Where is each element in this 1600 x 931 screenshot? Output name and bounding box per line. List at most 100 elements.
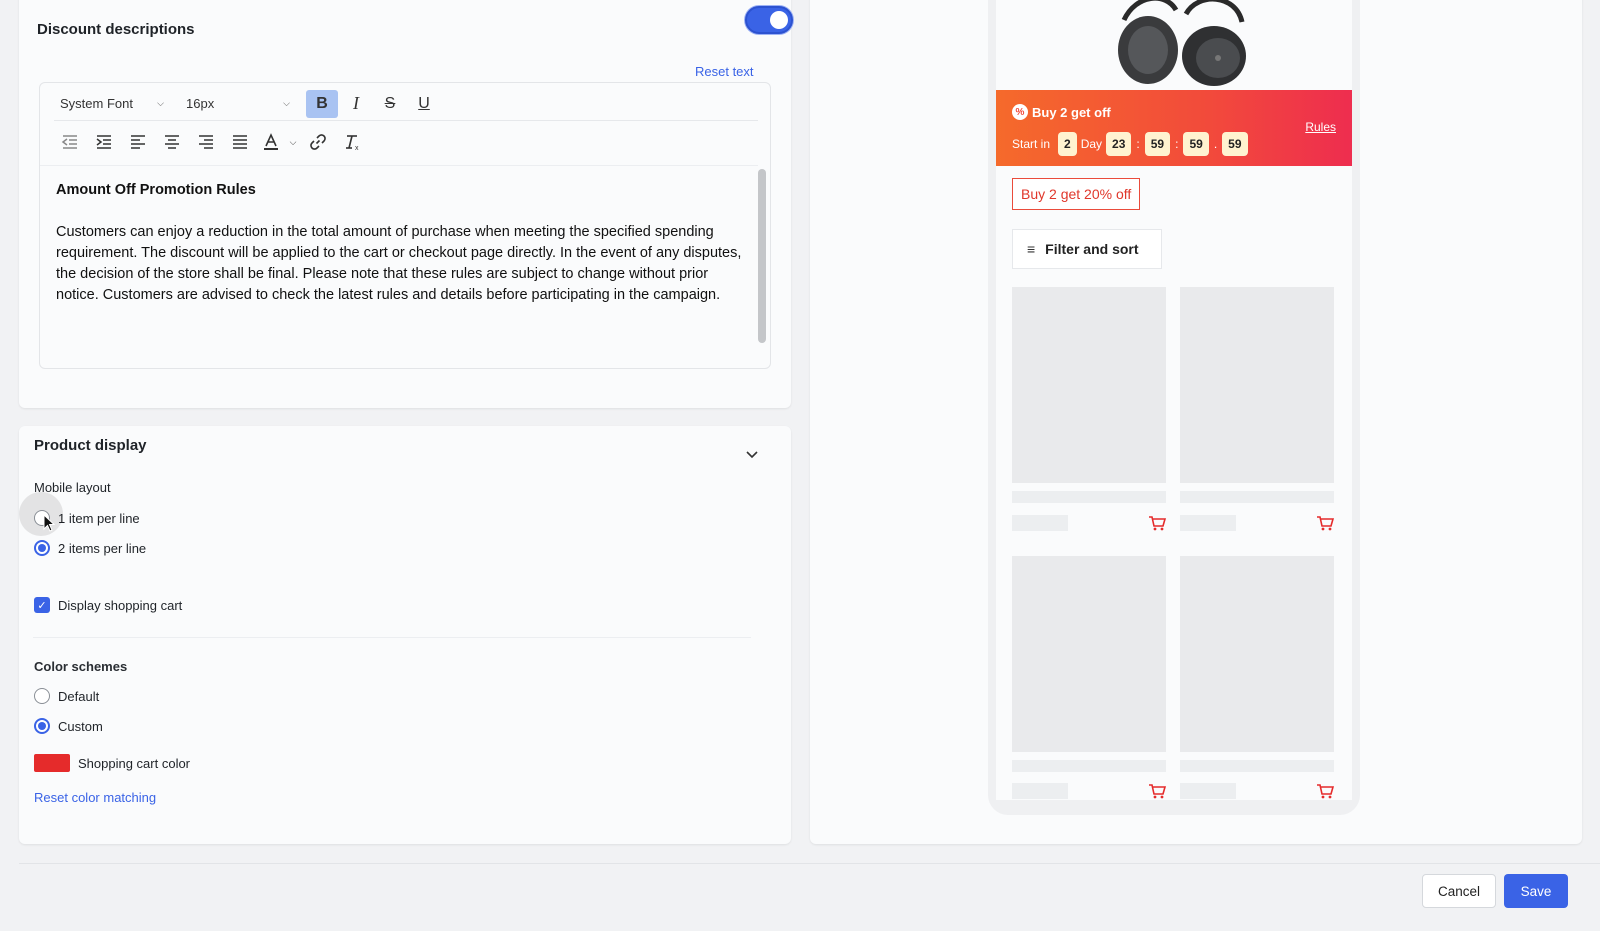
display-shopping-cart-row[interactable]: ✓ Display shopping cart [34, 597, 182, 613]
shopping-cart-color-label: Shopping cart color [78, 755, 191, 771]
color-option-label: Default [58, 688, 100, 704]
filter-and-sort-label: Filter and sort [1045, 241, 1139, 257]
divider [33, 637, 751, 638]
discount-descriptions-card: Discount descriptions Reset text System … [19, 0, 793, 408]
reset-text-link[interactable]: Reset text [695, 64, 754, 79]
radio-custom[interactable] [34, 718, 50, 734]
editor-scrollbar[interactable] [758, 169, 766, 343]
outdent-icon[interactable] [54, 128, 86, 156]
footer-divider [19, 863, 1600, 864]
filter-lines-icon: ≡ [1027, 241, 1036, 257]
product-title-placeholder [1180, 491, 1334, 503]
radio-2-per-line[interactable] [34, 540, 50, 556]
chevron-down-icon[interactable] [745, 448, 759, 462]
cart-icon[interactable] [1148, 783, 1166, 799]
mouse-cursor-icon [43, 514, 56, 532]
font-size-value: 16px [186, 96, 215, 111]
cart-icon[interactable] [1148, 515, 1166, 531]
product-price-placeholder [1012, 783, 1068, 799]
product-image-placeholder [1012, 287, 1166, 483]
cart-icon[interactable] [1316, 783, 1334, 799]
product-title-placeholder [1012, 760, 1166, 772]
link-icon[interactable] [302, 128, 334, 156]
cart-color-swatch[interactable] [34, 754, 70, 772]
justify-icon[interactable] [224, 128, 256, 156]
font-family-select[interactable]: System Font ⌵ [54, 90, 170, 117]
discount-badge-icon: % [1012, 104, 1028, 120]
strikethrough-icon[interactable]: S [374, 90, 406, 118]
countdown-seconds: 59 [1183, 132, 1209, 156]
countdown: Start in 2 Day 23 : 59 : 59 . 59 [1012, 132, 1252, 156]
filter-and-sort-button[interactable]: ≡ Filter and sort [1012, 229, 1162, 269]
product-title-placeholder [1012, 491, 1166, 503]
product-image-placeholder [1012, 556, 1166, 752]
countdown-hours: 23 [1106, 132, 1132, 156]
align-left-icon[interactable] [122, 128, 154, 156]
editor-toolbar-row-1: System Font ⌵ 16px ⌵ B I S U [54, 87, 758, 121]
editor-content[interactable]: Amount Off Promotion Rules Customers can… [40, 165, 758, 365]
chevron-down-icon: ⌵ [283, 98, 290, 108]
countdown-centiseconds: 59 [1222, 132, 1248, 156]
align-center-icon[interactable] [156, 128, 188, 156]
color-option-label: Custom [58, 718, 103, 734]
italic-icon[interactable]: I [340, 90, 372, 118]
rich-text-editor: System Font ⌵ 16px ⌵ B I S U ⌵ x Amount … [39, 82, 771, 369]
offer-tag: Buy 2 get 20% off [1012, 178, 1141, 210]
chevron-down-icon[interactable]: ⌵ [286, 128, 300, 156]
dot-separator: . [1213, 137, 1218, 151]
cancel-button[interactable]: Cancel [1422, 874, 1496, 908]
phone-preview: % Buy 2 get off Rules Start in 2 Day 23 … [988, 0, 1360, 815]
day-label: Day [1080, 137, 1103, 151]
editor-heading: Amount Off Promotion Rules [56, 182, 256, 198]
product-price-placeholder [1012, 515, 1068, 531]
product-display-card: Product display Mobile layout 1 item per… [19, 426, 791, 844]
cart-icon[interactable] [1316, 515, 1334, 531]
promo-rules-link[interactable]: Rules [1305, 120, 1336, 134]
font-size-select[interactable]: 16px ⌵ [180, 90, 296, 117]
radio-default[interactable] [34, 688, 50, 704]
layout-option-label: 2 items per line [58, 540, 147, 556]
save-button[interactable]: Save [1504, 874, 1568, 908]
product-price-placeholder [1180, 515, 1236, 531]
shopping-cart-color-row[interactable]: Shopping cart color [34, 754, 190, 772]
clear-format-icon[interactable]: x [336, 128, 368, 156]
reset-color-matching-link[interactable]: Reset color matching [34, 790, 156, 805]
colon-separator: : [1136, 137, 1140, 151]
indent-icon[interactable] [88, 128, 120, 156]
discount-descriptions-title: Discount descriptions [37, 21, 195, 38]
promo-title-text: Buy 2 get off [1032, 104, 1111, 120]
page-right-edge [1584, 0, 1600, 931]
product-display-title: Product display [34, 437, 147, 454]
colon-separator: : [1175, 137, 1179, 151]
display-shopping-cart-checkbox[interactable]: ✓ [34, 597, 50, 613]
color-schemes-label: Color schemes [34, 659, 128, 674]
align-right-icon[interactable] [190, 128, 222, 156]
color-option-default[interactable]: Default [34, 688, 99, 704]
product-price-placeholder [1180, 783, 1236, 799]
preview-card: % Buy 2 get off Rules Start in 2 Day 23 … [810, 0, 1582, 844]
text-color-icon[interactable] [258, 128, 284, 156]
editor-toolbar-row-2: ⌵ x [54, 125, 370, 159]
font-family-value: System Font [60, 96, 133, 111]
layout-option-label: 1 item per line [58, 510, 140, 526]
product-image-placeholder [1180, 556, 1334, 752]
editor-paragraph: Customers can enjoy a reduction in the t… [56, 224, 742, 303]
phone-screen: % Buy 2 get off Rules Start in 2 Day 23 … [996, 0, 1352, 800]
discount-descriptions-toggle[interactable] [745, 6, 793, 34]
promo-title: % Buy 2 get off [1012, 104, 1111, 120]
countdown-days: 2 [1058, 132, 1077, 156]
svg-text:x: x [355, 145, 359, 151]
headphones-product-image [1118, 0, 1246, 86]
chevron-down-icon: ⌵ [157, 98, 164, 108]
start-in-label: Start in [1012, 137, 1051, 151]
product-image-placeholder [1180, 287, 1334, 483]
promo-banner: % Buy 2 get off Rules Start in 2 Day 23 … [996, 90, 1352, 166]
underline-icon[interactable]: U [408, 90, 440, 118]
product-title-placeholder [1180, 760, 1334, 772]
toggle-knob [770, 11, 788, 29]
color-option-custom[interactable]: Custom [34, 718, 103, 734]
display-shopping-cart-label: Display shopping cart [58, 597, 183, 613]
layout-option-2-per-line[interactable]: 2 items per line [34, 540, 146, 556]
bold-icon[interactable]: B [306, 89, 338, 118]
countdown-minutes: 59 [1144, 132, 1171, 156]
